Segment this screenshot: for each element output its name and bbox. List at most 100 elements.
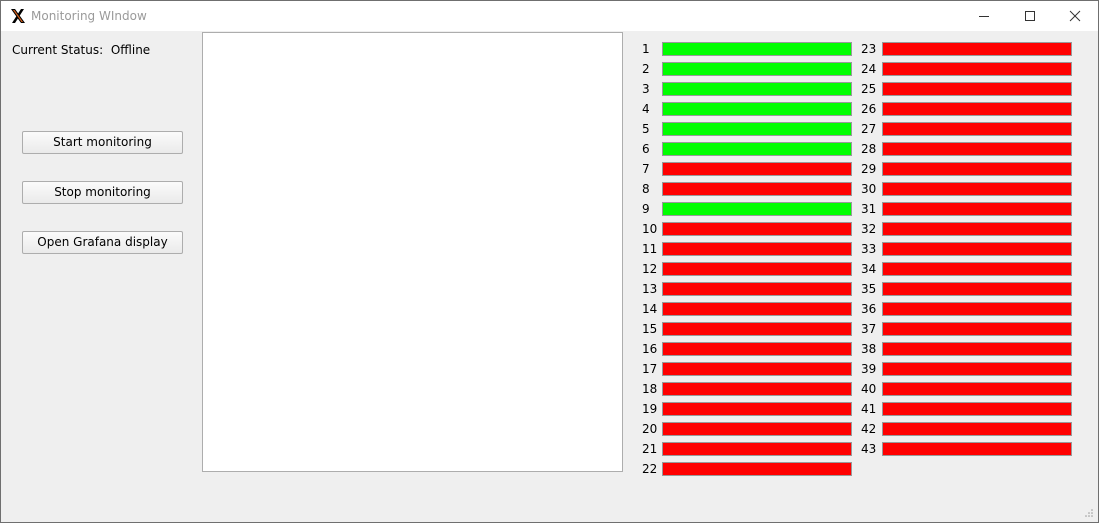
- channel-indicator-6: [662, 142, 852, 156]
- channel-indicator-42: [882, 422, 1072, 436]
- channel-label-24: 24: [861, 62, 877, 76]
- status-value: Offline: [110, 43, 151, 57]
- start-monitoring-button[interactable]: Start monitoring: [22, 131, 183, 154]
- title-bar[interactable]: Monitoring WIndow: [1, 1, 1098, 31]
- channel-indicator-33: [882, 242, 1072, 256]
- channel-indicator-19: [662, 402, 852, 416]
- channel-label-29: 29: [861, 162, 877, 176]
- channel-indicator-14: [662, 302, 852, 316]
- channel-label-30: 30: [861, 182, 877, 196]
- channel-label-37: 37: [861, 322, 877, 336]
- channel-indicator-31: [882, 202, 1072, 216]
- monitoring-display-panel: [202, 32, 623, 472]
- channel-label-27: 27: [861, 122, 877, 136]
- channel-indicator-21: [662, 442, 852, 456]
- channel-indicator-9: [662, 202, 852, 216]
- channel-indicator-17: [662, 362, 852, 376]
- channel-label-39: 39: [861, 362, 877, 376]
- monitoring-window: Monitoring WIndow Current Status: Offlin…: [0, 0, 1099, 523]
- channel-indicator-35: [882, 282, 1072, 296]
- channel-label-26: 26: [861, 102, 877, 116]
- minimize-button[interactable]: [961, 1, 1007, 31]
- channel-label-12: 12: [642, 262, 658, 276]
- channel-label-18: 18: [642, 382, 658, 396]
- channel-indicator-23: [882, 42, 1072, 56]
- channel-indicator-1: [662, 42, 852, 56]
- resize-grip-icon[interactable]: [1084, 508, 1094, 518]
- channel-indicator-36: [882, 302, 1072, 316]
- channel-label-33: 33: [861, 242, 877, 256]
- channel-label-38: 38: [861, 342, 877, 356]
- channel-label-28: 28: [861, 142, 877, 156]
- channel-indicator-37: [882, 322, 1072, 336]
- channel-indicator-26: [882, 102, 1072, 116]
- channel-indicator-38: [882, 342, 1072, 356]
- channel-label-23: 23: [861, 42, 877, 56]
- channel-label-1: 1: [642, 42, 650, 56]
- channel-label-35: 35: [861, 282, 877, 296]
- channel-label-42: 42: [861, 422, 877, 436]
- channel-indicator-22: [662, 462, 852, 476]
- channel-label-8: 8: [642, 182, 650, 196]
- channel-indicator-4: [662, 102, 852, 116]
- channel-indicator-41: [882, 402, 1072, 416]
- channel-label-40: 40: [861, 382, 877, 396]
- status-label: Current Status:: [12, 43, 104, 57]
- channel-label-41: 41: [861, 402, 877, 416]
- channel-label-43: 43: [861, 442, 877, 456]
- channel-label-31: 31: [861, 202, 877, 216]
- channel-indicator-11: [662, 242, 852, 256]
- channel-indicator-15: [662, 322, 852, 336]
- channel-label-21: 21: [642, 442, 658, 456]
- window-title: Monitoring WIndow: [31, 9, 147, 23]
- channel-indicator-25: [882, 82, 1072, 96]
- channel-indicator-32: [882, 222, 1072, 236]
- channel-label-3: 3: [642, 82, 650, 96]
- channel-indicator-10: [662, 222, 852, 236]
- x-app-icon: [11, 9, 25, 23]
- channel-label-36: 36: [861, 302, 877, 316]
- channel-label-15: 15: [642, 322, 658, 336]
- channel-label-16: 16: [642, 342, 658, 356]
- channel-label-32: 32: [861, 222, 877, 236]
- minimize-icon: [979, 16, 989, 17]
- channel-label-13: 13: [642, 282, 658, 296]
- channel-label-17: 17: [642, 362, 658, 376]
- channel-label-34: 34: [861, 262, 877, 276]
- channel-label-2: 2: [642, 62, 650, 76]
- current-status: Current Status: Offline: [12, 43, 150, 57]
- channel-label-22: 22: [642, 462, 658, 476]
- channel-indicator-2: [662, 62, 852, 76]
- channel-indicator-16: [662, 342, 852, 356]
- channel-indicator-5: [662, 122, 852, 136]
- channel-label-9: 9: [642, 202, 650, 216]
- close-button[interactable]: [1052, 1, 1098, 31]
- channel-indicator-43: [882, 442, 1072, 456]
- channel-indicator-13: [662, 282, 852, 296]
- channel-indicator-29: [882, 162, 1072, 176]
- channel-indicator-28: [882, 142, 1072, 156]
- channel-label-14: 14: [642, 302, 658, 316]
- channel-indicator-40: [882, 382, 1072, 396]
- channel-indicator-8: [662, 182, 852, 196]
- channel-indicator-3: [662, 82, 852, 96]
- channel-indicator-7: [662, 162, 852, 176]
- channel-indicator-27: [882, 122, 1072, 136]
- close-icon: [1069, 10, 1081, 22]
- channel-indicator-20: [662, 422, 852, 436]
- maximize-button[interactable]: [1007, 1, 1053, 31]
- open-grafana-button[interactable]: Open Grafana display: [22, 231, 183, 254]
- channel-label-4: 4: [642, 102, 650, 116]
- channel-indicator-30: [882, 182, 1072, 196]
- channel-indicator-12: [662, 262, 852, 276]
- channel-indicator-24: [882, 62, 1072, 76]
- channel-indicator-18: [662, 382, 852, 396]
- channel-label-5: 5: [642, 122, 650, 136]
- channel-label-6: 6: [642, 142, 650, 156]
- channel-label-19: 19: [642, 402, 658, 416]
- channel-indicator-34: [882, 262, 1072, 276]
- channel-label-7: 7: [642, 162, 650, 176]
- channel-label-25: 25: [861, 82, 877, 96]
- channel-label-11: 11: [642, 242, 658, 256]
- stop-monitoring-button[interactable]: Stop monitoring: [22, 181, 183, 204]
